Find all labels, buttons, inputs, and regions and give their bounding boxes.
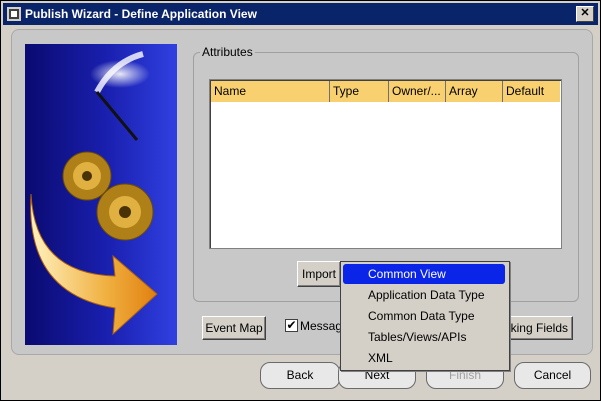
checkmark-icon: ✔ [286,318,297,332]
back-label: Back [286,368,314,382]
menu-item-tables-views-apis[interactable]: Tables/Views/APIs [343,327,505,347]
menu-item-common-view[interactable]: Common View [343,264,505,284]
wand-gears-arrow-image [30,51,158,336]
wizard-window: Publish Wizard - Define Application View… [0,0,601,401]
menu-item-common-data-type[interactable]: Common Data Type [343,306,505,326]
cancel-button[interactable]: Cancel [514,362,591,389]
back-button[interactable]: Back [260,362,340,389]
linking-fields-button[interactable]: king Fields [503,316,573,340]
table-header: Name Type Owner/... Array Default [211,81,560,102]
attributes-legend: Attributes [200,45,255,59]
column-header-default[interactable]: Default [503,81,560,102]
title-bar: Publish Wizard - Define Application View… [3,3,598,25]
column-header-name[interactable]: Name [211,81,330,102]
column-header-owner[interactable]: Owner/... [389,81,446,102]
import-dropdown-menu: Common View Application Data Type Common… [340,261,510,371]
attributes-table[interactable]: Name Type Owner/... Array Default [209,79,562,249]
column-header-array[interactable]: Array [446,81,503,102]
import-button[interactable]: Import [297,261,341,287]
close-button[interactable]: ✕ [576,6,594,22]
menu-item-application-data-type[interactable]: Application Data Type [343,285,505,305]
message-checkbox[interactable]: ✔ [285,319,298,332]
close-icon: ✕ [580,7,590,19]
message-checkbox-label: Messag [300,319,343,333]
window-title: Publish Wizard - Define Application View [25,7,257,21]
event-map-button[interactable]: Event Map [202,316,266,340]
menu-item-xml[interactable]: XML [343,348,505,368]
column-header-type[interactable]: Type [330,81,389,102]
app-icon [7,7,21,21]
cancel-label: Cancel [533,368,572,382]
wizard-illustration [25,44,177,345]
